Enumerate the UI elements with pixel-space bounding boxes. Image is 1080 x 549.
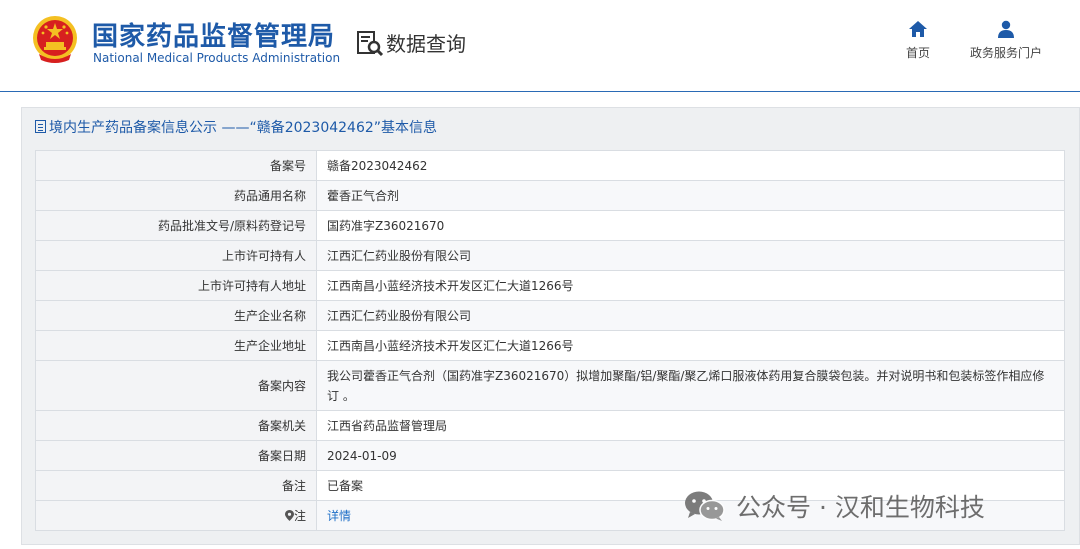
row-value: 赣备2023042462 [316,150,1065,181]
nav-portal-label: 政务服务门户 [969,46,1042,60]
record-table: 备案号 赣备2023042462 药品通用名称 藿香正气合剂 药品批准文号/原料… [35,150,1065,531]
table-row: 药品通用名称 藿香正气合剂 [35,180,1065,211]
row-label: 药品批准文号/原料药登记号 [35,210,317,241]
details-link[interactable]: 详情 [327,509,351,523]
row-label: 备案机关 [35,410,317,441]
section-title: 数据查询 [386,32,466,56]
row-label: 注 [35,500,317,531]
row-value: 国药准字Z36021670 [316,210,1065,241]
row-value: 藿香正气合剂 [316,180,1065,211]
watermark-text: 公众号 · 汉和生物科技 [736,493,985,522]
row-value: 江西汇仁药业股份有限公司 [316,240,1065,271]
wechat-icon [685,491,725,521]
site-header: 国家药品监督管理局 National Medical Products Admi… [0,0,1080,92]
record-panel: 境内生产药品备案信息公示 ——“赣备2023042462”基本信息 备案号 赣备… [21,107,1080,545]
table-row: 上市许可持有人地址 江西南昌小蓝经济技术开发区汇仁大道1266号 [35,270,1065,301]
row-value: 2024-01-09 [316,440,1065,471]
table-row: 生产企业地址 江西南昌小蓝经济技术开发区汇仁大道1266号 [35,330,1065,361]
table-row: 备案机关 江西省药品监督管理局 [35,410,1065,441]
table-row: 备案日期 2024-01-09 [35,440,1065,471]
nav-service-portal[interactable]: 政务服务门户 [962,20,1050,61]
org-name-cn: 国家药品监督管理局 [92,22,336,52]
panel-title-text: 境内生产药品备案信息公示 ——“赣备2023042462”基本信息 [49,120,438,136]
row-value: 江西南昌小蓝经济技术开发区汇仁大道1266号 [316,330,1065,361]
row-label: 生产企业名称 [35,300,317,331]
table-row: 备案内容 我公司藿香正气合剂（国药准字Z36021670）拟增加聚酯/铝/聚酯/… [35,360,1065,411]
table-row: 生产企业名称 江西汇仁药业股份有限公司 [35,300,1065,331]
row-label: 上市许可持有人 [35,240,317,271]
data-query-icon [357,31,384,57]
nav-home-label: 首页 [905,46,930,60]
row-value: 我公司藿香正气合剂（国药准字Z36021670）拟增加聚酯/铝/聚酯/聚乙烯口服… [316,360,1065,411]
table-row: 上市许可持有人 江西汇仁药业股份有限公司 [35,240,1065,271]
wechat-watermark: 公众号 · 汉和生物科技 [684,488,985,524]
table-row: 备案号 赣备2023042462 [35,150,1065,181]
row-label-text: 注 [293,508,306,523]
row-label: 药品通用名称 [35,180,317,211]
row-label: 生产企业地址 [35,330,317,361]
row-label: 备案日期 [35,440,317,471]
pin-icon [284,509,294,521]
panel-title: 境内生产药品备案信息公示 ——“赣备2023042462”基本信息 [35,117,437,137]
row-value: 江西南昌小蓝经济技术开发区汇仁大道1266号 [316,270,1065,301]
document-icon [35,120,46,133]
national-emblem-icon [33,16,77,63]
row-value: 江西汇仁药业股份有限公司 [316,300,1065,331]
org-name-en: National Medical Products Administration [93,51,341,65]
row-label: 备案内容 [35,360,317,411]
row-label: 备注 [35,470,317,501]
user-icon [998,20,1014,38]
nav-home[interactable]: 首页 [895,20,941,61]
table-row: 药品批准文号/原料药登记号 国药准字Z36021670 [35,210,1065,241]
row-value: 江西省药品监督管理局 [316,410,1065,441]
home-icon [909,21,927,37]
row-label: 上市许可持有人地址 [35,270,317,301]
row-label: 备案号 [35,150,317,181]
